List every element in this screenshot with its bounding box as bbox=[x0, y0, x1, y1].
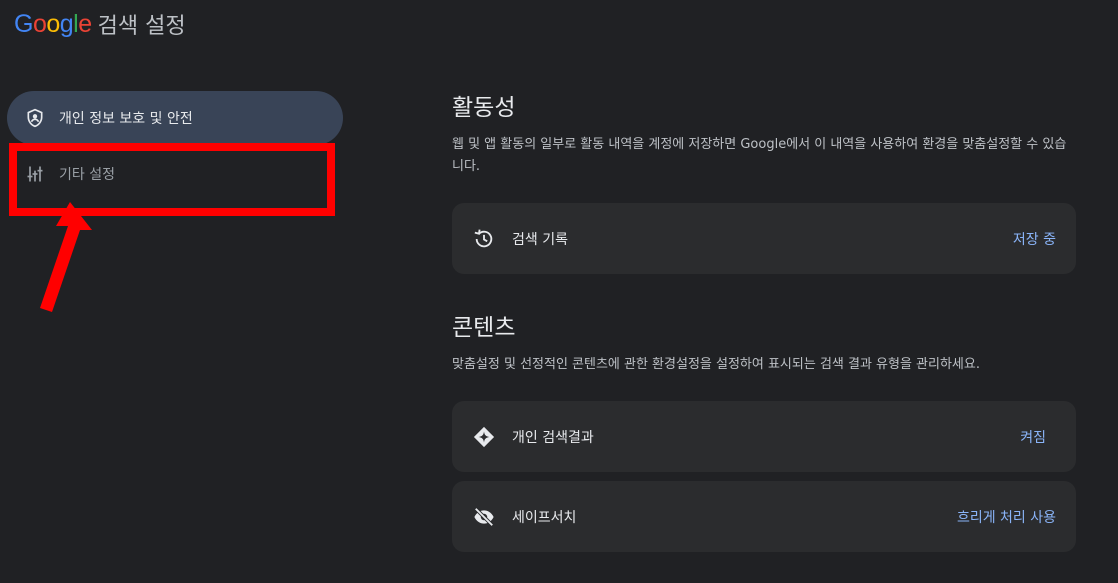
card-label: 세이프서치 bbox=[512, 509, 577, 526]
search-history-card[interactable]: 검색 기록 저장 중 bbox=[452, 203, 1076, 274]
card-label: 개인 검색결과 bbox=[512, 429, 594, 446]
google-logo[interactable]: Google bbox=[14, 10, 92, 39]
section-desc-content: 맞춤설정 및 선정적인 콘텐츠에 관한 환경설정을 설정하여 표시되는 검색 결… bbox=[452, 357, 980, 372]
settings-page: Google 검색 설정 개인 정보 보호 및 안전 기타 설정 활동성 웹 및… bbox=[0, 0, 1118, 583]
personal-results-card[interactable]: 개인 검색결과 켜짐 bbox=[452, 401, 1076, 472]
annotation-arrow-icon bbox=[40, 202, 92, 312]
logo-letter: g bbox=[59, 9, 74, 38]
shield-person-icon bbox=[23, 106, 47, 130]
section-title-content: 콘텐츠 bbox=[452, 315, 516, 341]
card-status-link[interactable]: 흐리게 처리 사용 bbox=[957, 507, 1056, 527]
page-title: 검색 설정 bbox=[97, 14, 186, 39]
tune-sliders-icon bbox=[23, 162, 47, 186]
visibility-off-icon bbox=[472, 505, 496, 529]
safesearch-card[interactable]: 세이프서치 흐리게 처리 사용 bbox=[452, 481, 1076, 552]
logo-letter: e bbox=[78, 9, 92, 38]
section-desc-activity: 웹 및 앱 활동의 일부로 활동 내역을 계정에 저장하면 Google에서 이… bbox=[452, 137, 1067, 174]
history-icon bbox=[472, 227, 496, 251]
card-label: 검색 기록 bbox=[512, 231, 568, 248]
section-title-activity: 활동성 bbox=[452, 95, 516, 121]
card-status-link[interactable]: 저장 중 bbox=[1013, 229, 1056, 249]
card-status-link[interactable]: 켜짐 bbox=[1020, 427, 1046, 447]
header: Google 검색 설정 bbox=[14, 6, 186, 42]
sidebar-item-label: 개인 정보 보호 및 안전 bbox=[59, 111, 193, 127]
sparkle-diamond-icon bbox=[472, 425, 496, 449]
sidebar-item-privacy-safety[interactable]: 개인 정보 보호 및 안전 bbox=[7, 91, 343, 145]
logo-letter: o bbox=[46, 9, 60, 38]
logo-letter: o bbox=[32, 9, 47, 38]
logo-letter: G bbox=[14, 9, 33, 38]
sidebar-item-label: 기타 설정 bbox=[59, 167, 115, 183]
sidebar-item-other-settings[interactable]: 기타 설정 bbox=[7, 147, 343, 201]
